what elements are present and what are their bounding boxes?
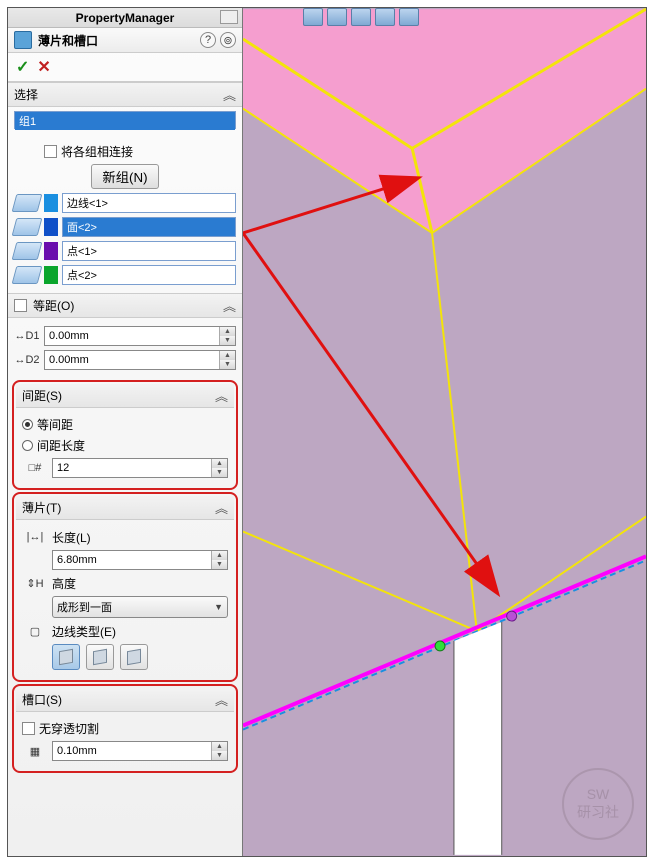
tb-icon-4[interactable] [375, 8, 395, 26]
group-item[interactable]: 组1 [15, 112, 235, 130]
d1-icon: ↔D1 [14, 327, 40, 345]
height-icon: ⇕H [22, 574, 48, 592]
selection-face2[interactable]: 面<2> [62, 217, 236, 237]
swatch-face [44, 218, 58, 236]
connect-groups-checkbox[interactable] [44, 145, 57, 158]
height-combo[interactable]: 成形到一面 ▼ [52, 596, 228, 618]
tb-icon-2[interactable] [327, 8, 347, 26]
no-through-label: 无穿透切割 [39, 720, 99, 737]
section-select-label: 选择 [14, 86, 38, 103]
canvas-frame: PropertyManager 薄片和槽口 ? ⊚ ✓ ✕ 选择 ︽ [0, 0, 654, 864]
pin-icon[interactable] [220, 10, 238, 24]
spin-up[interactable]: ▲ [220, 351, 235, 360]
new-group-button[interactable]: 新组(N) [91, 164, 158, 189]
feature-icon [14, 31, 32, 49]
spin-up[interactable]: ▲ [220, 327, 235, 336]
section-slot-head[interactable]: 槽口(S) ︽ [16, 688, 234, 712]
tab-group: 薄片(T) ︽ |↔| 长度(L) 6.80mm ▲▼ [12, 492, 238, 682]
selection-filter-icon[interactable] [12, 266, 43, 284]
equal-spacing-label: 等间距 [37, 416, 73, 433]
selection-filter-icon[interactable] [12, 194, 43, 212]
equal-spacing-radio[interactable] [22, 419, 33, 430]
section-offset-head[interactable]: 等距(O) ︽ [8, 293, 242, 318]
spin-up[interactable]: ▲ [212, 742, 227, 751]
no-through-checkbox[interactable] [22, 722, 35, 735]
spin-down[interactable]: ▼ [212, 751, 227, 760]
more-help-icon[interactable]: ⊚ [220, 32, 236, 48]
chevron-down-icon: ▼ [214, 602, 223, 612]
count-input[interactable]: 12 ▲▼ [52, 458, 228, 478]
chevron-up-icon: ︽ [215, 690, 228, 709]
edge-type-icon: ▢ [22, 622, 48, 640]
tb-icon-1[interactable] [303, 8, 323, 26]
edge-type-chamfer-button[interactable] [120, 644, 148, 670]
length-label: 长度(L) [52, 529, 91, 546]
d2-icon: ↔D2 [14, 351, 40, 369]
section-slot-label: 槽口(S) [22, 691, 62, 708]
tb-icon-5[interactable] [399, 8, 419, 26]
length-input[interactable]: 6.80mm ▲▼ [52, 550, 228, 570]
spacing-group: 间距(S) ︽ 等间距 间距长度 □# [12, 380, 238, 490]
section-tab-label: 薄片(T) [22, 499, 61, 516]
spacing-length-radio[interactable] [22, 440, 33, 451]
selection-filter-icon[interactable] [12, 242, 43, 260]
height-label: 高度 [52, 575, 76, 592]
edge-type-fillet-button[interactable] [86, 644, 114, 670]
spin-up[interactable]: ▲ [212, 459, 227, 468]
chevron-up-icon: ︽ [223, 85, 236, 104]
slot-offset-icon: ▦ [22, 742, 48, 760]
chevron-up-icon: ︽ [223, 296, 236, 315]
edge-type-label: 边线类型(E) [52, 623, 116, 640]
connect-groups-label: 将各组相连接 [61, 143, 133, 160]
selection-point2[interactable]: 点<2> [62, 265, 236, 285]
selection-point1[interactable]: 点<1> [62, 241, 236, 261]
section-select-head[interactable]: 选择 ︽ [8, 82, 242, 107]
section-spacing-label: 间距(S) [22, 387, 62, 404]
swatch-point2 [44, 266, 58, 284]
slot-offset-input[interactable]: 0.10mm ▲▼ [52, 741, 228, 761]
swatch-edge [44, 194, 58, 212]
d2-input[interactable]: 0.00mm ▲▼ [44, 350, 236, 370]
graphics-viewport[interactable]: SW 研习社 [243, 8, 646, 856]
section-offset-label: 等距(O) [33, 297, 74, 314]
feature-name: 薄片和槽口 [38, 32, 98, 49]
chevron-up-icon: ︽ [215, 498, 228, 517]
section-tab-head[interactable]: 薄片(T) ︽ [16, 496, 234, 520]
edge-type-sharp-button[interactable] [52, 644, 80, 670]
spin-down[interactable]: ▼ [212, 468, 227, 477]
chevron-up-icon: ︽ [215, 386, 228, 405]
spin-down[interactable]: ▼ [212, 560, 227, 569]
spin-down[interactable]: ▼ [220, 360, 235, 369]
ok-cancel-bar: ✓ ✕ [8, 53, 242, 82]
model-scene [243, 8, 646, 856]
count-icon: □# [22, 459, 48, 477]
panel-title-bar: PropertyManager [8, 8, 242, 28]
spacing-length-label: 间距长度 [37, 437, 85, 454]
selection-edge1[interactable]: 边线<1> [62, 193, 236, 213]
slot-group: 槽口(S) ︽ 无穿透切割 ▦ 0.10mm ▲▼ [12, 684, 238, 773]
view-toolbar [303, 8, 419, 26]
spin-up[interactable]: ▲ [212, 551, 227, 560]
feature-header: 薄片和槽口 ? ⊚ [8, 28, 242, 53]
cancel-button[interactable]: ✕ [37, 57, 50, 77]
help-icon[interactable]: ? [200, 32, 216, 48]
section-spacing-head[interactable]: 间距(S) ︽ [16, 384, 234, 408]
offset-checkbox[interactable] [14, 299, 27, 312]
property-manager-panel: PropertyManager 薄片和槽口 ? ⊚ ✓ ✕ 选择 ︽ [8, 8, 243, 856]
panel-title: PropertyManager [76, 11, 175, 25]
length-icon: |↔| [22, 528, 48, 546]
group-listbox[interactable]: 组1 [14, 111, 236, 129]
ok-button[interactable]: ✓ [16, 57, 29, 77]
swatch-point1 [44, 242, 58, 260]
d1-input[interactable]: 0.00mm ▲▼ [44, 326, 236, 346]
tb-icon-3[interactable] [351, 8, 371, 26]
spin-down[interactable]: ▼ [220, 336, 235, 345]
watermark: SW 研习社 [562, 768, 634, 840]
selection-filter-icon[interactable] [12, 218, 43, 236]
